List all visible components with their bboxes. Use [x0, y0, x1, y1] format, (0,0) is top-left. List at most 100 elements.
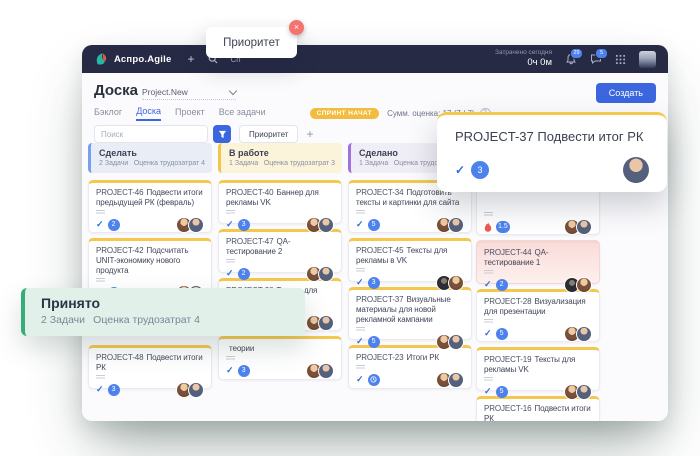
- description-icon: [484, 319, 493, 324]
- priority-tooltip-label: Приоритет: [223, 37, 280, 49]
- assignees: [180, 217, 204, 233]
- estimate-badge: 1.5: [496, 221, 510, 233]
- chevron-down-icon: [229, 86, 237, 94]
- avatar: [576, 384, 592, 400]
- check-icon: ✓: [484, 279, 492, 290]
- task-card-urgent[interactable]: PROJECT-44QA-тестирование 1 ✓2: [476, 240, 600, 284]
- zoomed-task-title: PROJECT-37 Подвести итог РК: [455, 129, 649, 144]
- task-card[interactable]: PROJECT-47QA-тестирование 2 ✓2: [218, 229, 342, 273]
- nav-plus-icon[interactable]: +: [187, 52, 194, 66]
- time-tracker: Затрачено сегодня 0ч 0м: [495, 49, 552, 69]
- tab-board[interactable]: Доска: [136, 106, 161, 121]
- description-icon: [356, 327, 365, 332]
- accepted-meta: 2 Задачи Оценка трудозатрат 4: [41, 314, 289, 326]
- check-icon: ✓: [356, 277, 364, 288]
- task-title: PROJECT-45Тексты для рекламы в VK: [356, 246, 464, 266]
- task-card[interactable]: PROJECT-46Подвести итоги предыдущей РК (…: [88, 180, 212, 233]
- task-title: PROJECT-37Визуальные материалы для новой…: [356, 295, 464, 325]
- estimate-badge: 2: [238, 268, 250, 280]
- page: Аспро.Agile + Сп Затрачено сегодня 0ч 0м…: [0, 0, 700, 456]
- estimate-badge: 5: [496, 386, 508, 398]
- description-icon: [356, 210, 365, 215]
- task-card[interactable]: PROJECT-16Подвести итоги РК ✓: [476, 396, 600, 421]
- search-input[interactable]: [94, 125, 208, 143]
- tab-backlog[interactable]: Бэклог: [94, 107, 122, 120]
- avatar: [188, 217, 204, 233]
- estimate-badge: 3: [238, 365, 250, 377]
- task-card[interactable]: PROJECT-37Визуальные материалы для новой…: [348, 287, 472, 340]
- assignees: [440, 372, 464, 388]
- messages-count: 5: [595, 48, 608, 59]
- avatar: [318, 217, 334, 233]
- description-icon: [96, 375, 105, 380]
- task-card[interactable]: PROJECT-40Баннер для рекламы VK ✓3: [218, 180, 342, 224]
- task-title: PROJECT-47QA-тестирование 2: [226, 237, 334, 257]
- description-icon: [96, 278, 105, 283]
- time-value: 0ч 0м: [495, 57, 552, 69]
- filter-button[interactable]: [213, 125, 231, 143]
- estimate-badge: 3: [108, 384, 120, 396]
- check-icon: ✓: [356, 336, 364, 347]
- priority-filter-chip[interactable]: Приоритет: [239, 125, 298, 143]
- check-icon: ✓: [455, 163, 465, 177]
- avatar: [576, 277, 592, 293]
- tab-all-tasks[interactable]: Все задачи: [219, 107, 266, 120]
- assignees: [440, 217, 464, 233]
- avatar: [623, 157, 649, 183]
- check-icon: ✓: [226, 268, 234, 279]
- column-todo: Сделать 2 Задачи Оценка трудозатрат 4 PR…: [88, 143, 212, 394]
- description-icon: [226, 259, 235, 264]
- notifications-count: 29: [570, 48, 583, 59]
- assignees: [568, 384, 592, 400]
- apps-grid-button[interactable]: [615, 54, 626, 65]
- description-icon: [96, 210, 105, 215]
- task-title: PROJECT-40Баннер для рекламы VK: [226, 188, 334, 208]
- task-card[interactable]: теории ✓3: [218, 336, 342, 380]
- description-icon: [484, 212, 493, 217]
- description-icon: [226, 356, 235, 361]
- close-icon[interactable]: ×: [289, 20, 304, 35]
- accepted-title: Принято: [41, 295, 289, 311]
- avatar: [448, 275, 464, 291]
- avatar: [188, 382, 204, 398]
- task-title: PROJECT-42Подсчитать UNIT-экономику ново…: [96, 246, 204, 276]
- task-title: теории: [226, 344, 334, 354]
- column-name: Сделать: [99, 148, 204, 158]
- assignees: [310, 363, 334, 379]
- assignees: [180, 382, 204, 398]
- avatar: [576, 326, 592, 342]
- task-card[interactable]: PROJECT-48Подвести итоги РК ✓3: [88, 345, 212, 389]
- assignees: [568, 277, 592, 293]
- task-card[interactable]: PROJECT-19Тексты для рекламы VK ✓5: [476, 347, 600, 391]
- assignees: [310, 315, 334, 331]
- task-title: PROJECT-16Подвести итоги РК: [484, 404, 592, 421]
- task-card[interactable]: PROJECT-42Подсчитать UNIT-экономику ново…: [88, 238, 212, 291]
- estimate-badge: 3: [471, 161, 489, 179]
- description-icon: [484, 377, 493, 382]
- assignees: [440, 334, 464, 350]
- column-meta: 1 Задача Оценка трудозатрат 3: [229, 160, 334, 167]
- task-title: [484, 190, 592, 210]
- estimate-badge: 5: [368, 219, 380, 231]
- add-filter-button[interactable]: +: [306, 127, 313, 141]
- check-icon: ✓: [226, 219, 234, 230]
- task-card[interactable]: PROJECT-28Визуализация для презентации ✓…: [476, 289, 600, 342]
- notifications-button[interactable]: 29: [565, 53, 577, 65]
- avatar: [576, 219, 592, 235]
- create-button[interactable]: Создать: [596, 83, 656, 103]
- zoomed-task-card[interactable]: PROJECT-37 Подвести итог РК ✓ 3: [437, 112, 667, 192]
- task-title: PROJECT-23Итоги РК: [356, 353, 464, 363]
- description-icon: [484, 270, 493, 275]
- avatar: [448, 334, 464, 350]
- task-card[interactable]: PROJECT-23Итоги РК ✓: [348, 345, 472, 389]
- task-card[interactable]: PROJECT-45Тексты для рекламы в VK ✓3: [348, 238, 472, 282]
- filter-row: Приоритет +: [94, 125, 313, 143]
- project-select[interactable]: Project.New: [142, 87, 236, 100]
- tab-project[interactable]: Проект: [175, 107, 205, 120]
- estimate-badge: 2: [496, 279, 508, 291]
- description-icon: [356, 365, 365, 370]
- user-avatar[interactable]: [639, 51, 656, 68]
- messages-button[interactable]: 5: [590, 53, 602, 65]
- estimate-badge: 2: [108, 219, 120, 231]
- task-title: PROJECT-28Визуализация для презентации: [484, 297, 592, 317]
